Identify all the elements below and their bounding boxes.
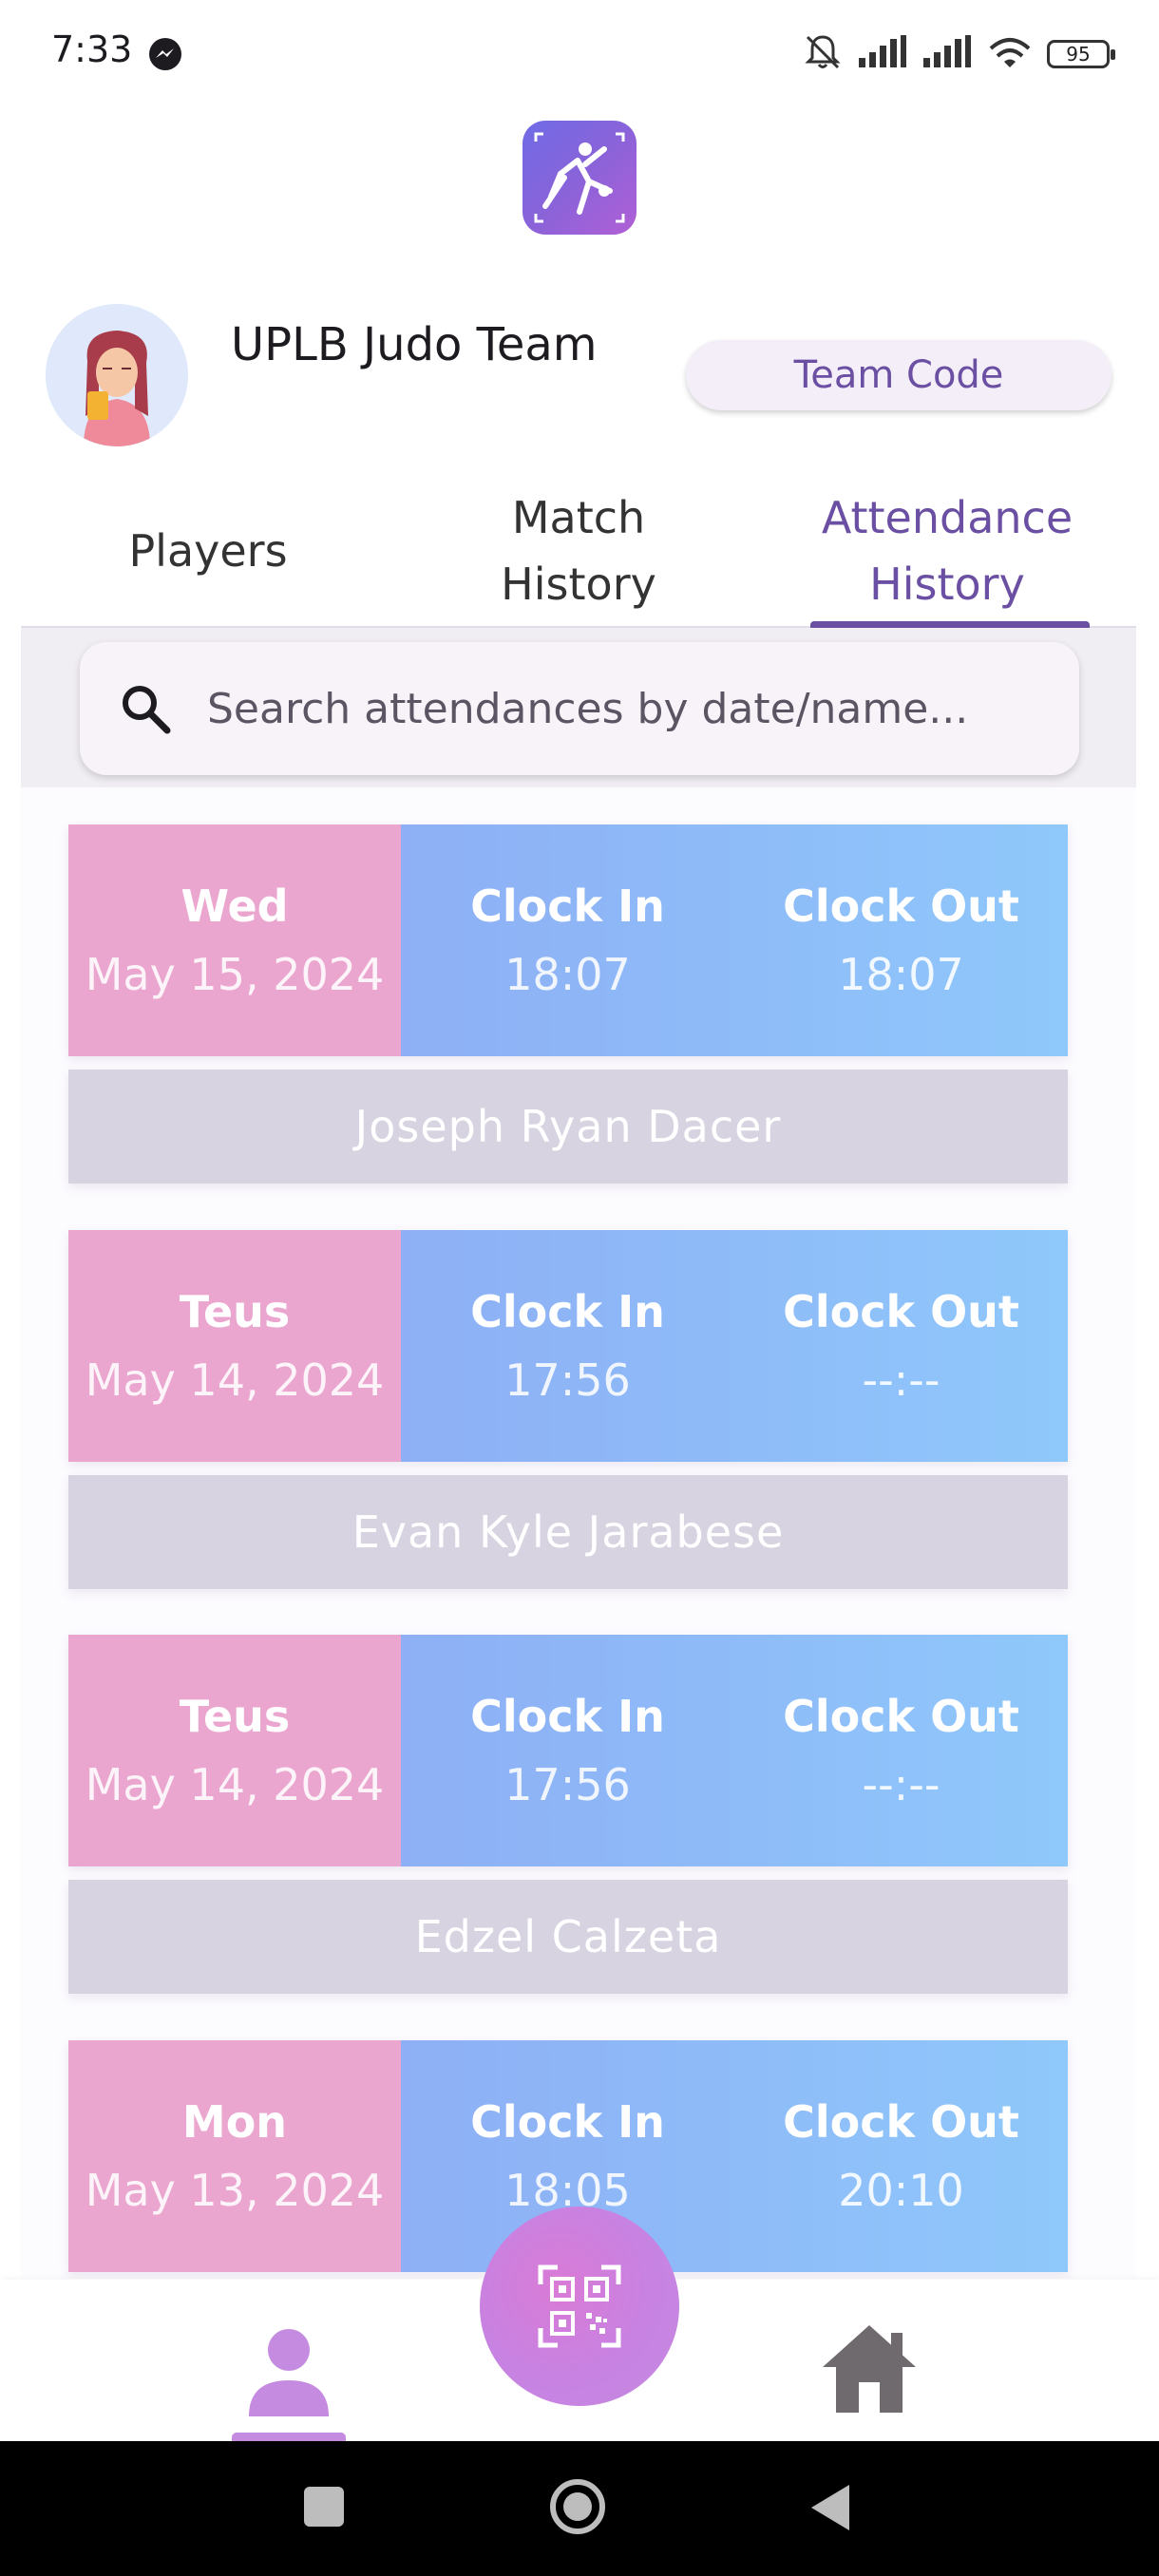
attendance-list[interactable]: Wed May 15, 2024 Clock In 18:07 Clock Ou… [21,787,1136,2279]
day-label: Mon [181,2096,288,2148]
clock-in-cell: Clock In 17:56 [401,1635,734,1866]
tab-label: Match History [501,492,656,610]
date-cell: Teus May 14, 2024 [68,1635,401,1866]
clock-in-cell: Clock In 17:56 [401,1230,734,1462]
recent-apps-button[interactable] [304,2487,344,2527]
battery-icon: 95 [1047,40,1115,68]
clock-in-time: 17:56 [504,1759,631,1810]
tab-attendance-history[interactable]: Attendance History [762,480,1132,622]
clock-in-label: Clock In [470,1286,665,1337]
clock-out-label: Clock Out [783,1286,1019,1337]
mute-bell-icon [802,31,844,77]
player-name: Evan Kyle Jarabese [68,1475,1068,1589]
search-bar[interactable] [80,642,1079,775]
date-cell: Teus May 14, 2024 [68,1230,401,1462]
clock-out-cell: Clock Out 20:10 [734,2040,1068,2272]
clock-in-time: 18:07 [504,949,631,1000]
clock-in-label: Clock In [470,2096,665,2148]
qr-code-icon [538,2264,621,2348]
team-name: UPLB Judo Team [231,318,598,371]
clock-in-label: Clock In [470,881,665,932]
clock-out-cell: Clock Out --:-- [734,1230,1068,1462]
nav-profile-button[interactable] [232,2325,346,2420]
search-input[interactable] [205,683,1064,734]
clock-out-cell: Clock Out --:-- [734,1635,1068,1866]
tab-label: Attendance History [821,492,1074,610]
nav-home-button[interactable] [817,2318,922,2422]
clock-out-label: Clock Out [783,881,1019,932]
signal-icon [857,35,908,73]
player-name: Joseph Ryan Dacer [68,1070,1068,1184]
attendance-card[interactable]: Wed May 15, 2024 Clock In 18:07 Clock Ou… [68,824,1068,1184]
day-label: Wed [180,881,289,932]
date-label: May 13, 2024 [85,2165,385,2216]
player-name: Edzel Calzeta [68,1880,1068,1994]
date-cell: Mon May 13, 2024 [68,2040,401,2272]
clock-out-time: --:-- [862,1354,940,1406]
judo-logo-icon [522,121,636,235]
date-label: May 14, 2024 [85,1759,385,1810]
clock-out-time: 20:10 [838,2165,964,2216]
status-icons: 95 [802,30,1115,78]
qr-scan-button[interactable] [480,2207,679,2406]
status-time: 7:33 [51,28,133,70]
date-label: May 15, 2024 [85,949,385,1000]
clock-out-time: --:-- [862,1759,940,1810]
home-icon [823,2325,916,2413]
person-icon [249,2329,329,2416]
search-icon [123,686,171,734]
attendance-card[interactable]: Teus May 14, 2024 Clock In 17:56 Clock O… [68,1635,1068,1994]
clock-out-label: Clock Out [783,2096,1019,2148]
system-back-button[interactable] [808,2481,853,2534]
attendance-card[interactable]: Teus May 14, 2024 Clock In 17:56 Clock O… [68,1230,1068,1589]
date-label: May 14, 2024 [85,1354,385,1406]
clock-out-label: Clock Out [783,1691,1019,1742]
day-label: Teus [179,1691,291,1742]
wifi-icon [986,33,1034,75]
tab-match-history[interactable]: Match History [393,480,764,622]
date-cell: Wed May 15, 2024 [68,824,401,1056]
day-label: Teus [179,1286,291,1337]
tab-label: Players [128,525,288,577]
clock-out-time: 18:07 [838,949,964,1000]
clock-in-time: 17:56 [504,1354,631,1406]
tab-players[interactable]: Players [21,480,395,622]
clock-in-cell: Clock In 18:07 [401,824,734,1056]
system-home-button[interactable] [548,2477,607,2536]
clock-out-cell: Clock Out 18:07 [734,824,1068,1056]
messenger-icon [147,36,183,72]
clock-in-label: Clock In [470,1691,665,1742]
team-avatar [46,304,188,446]
signal-icon [922,35,973,73]
team-code-button[interactable]: Team Code [686,340,1112,410]
